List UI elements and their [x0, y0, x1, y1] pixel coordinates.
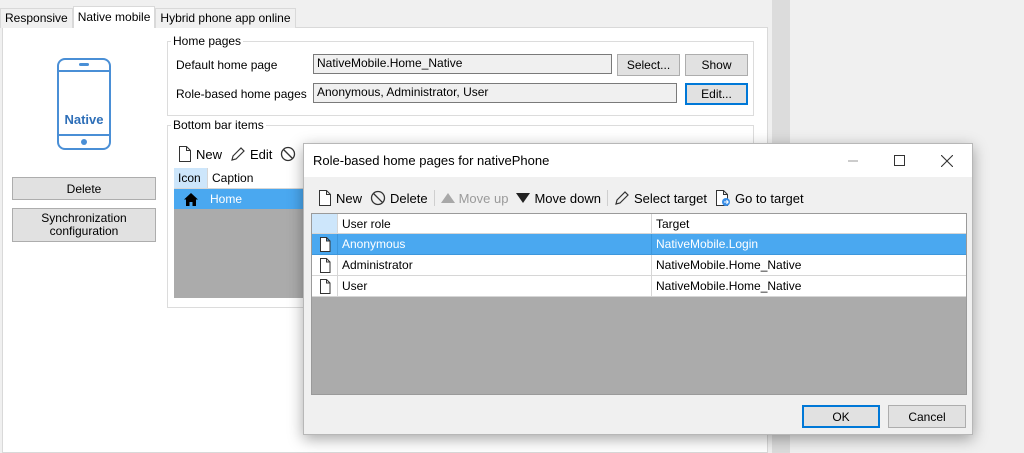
tab-native-mobile[interactable]: Native mobile — [72, 6, 156, 28]
bottom-bar-items-title: Bottom bar items — [171, 118, 266, 132]
move-up-label: Move up — [458, 190, 509, 206]
role-based-home-pages-dialog: Role-based home pages for nativePhone Ne… — [303, 143, 973, 435]
select-target-label: Select target — [633, 190, 707, 206]
select-target-button[interactable]: Select target — [614, 190, 707, 206]
default-home-page-field[interactable]: NativeMobile.Home_Native — [313, 54, 612, 74]
tab-bar: Responsive Native mobile Hybrid phone ap… — [0, 6, 296, 28]
default-home-page-label: Default home page — [176, 58, 278, 72]
user-role-cell: Administrator — [338, 255, 652, 276]
toolbar-separator — [433, 190, 435, 206]
pencil-icon — [231, 147, 245, 161]
dialog-title: Role-based home pages for nativePhone — [313, 153, 550, 168]
home-pages-group — [167, 41, 754, 116]
dialog-new-button[interactable]: New — [318, 190, 362, 206]
document-icon — [312, 234, 338, 255]
bottom-bar-edit-button[interactable]: Edit — [230, 146, 272, 162]
move-down-label: Move down — [534, 190, 601, 206]
synchronization-configuration-button[interactable]: Synchronization configuration — [12, 208, 156, 242]
edit-label: Edit... — [701, 87, 732, 101]
user-role-column-header[interactable]: User role — [338, 214, 652, 234]
close-button[interactable] — [924, 144, 970, 177]
bottom-bar-grid: Icon Caption Home — [174, 168, 314, 298]
target-cell: NativeMobile.Login — [652, 234, 966, 255]
new-document-icon — [179, 146, 191, 162]
role-based-home-pages-label: Role-based home pages — [176, 87, 307, 101]
dialog-title-bar: Role-based home pages for nativePhone — [304, 144, 972, 177]
sync-label-line2: configuration — [49, 224, 119, 238]
role-home-pages-grid: User role Target Anonymous NativeMobile.L… — [311, 213, 967, 395]
minimize-button[interactable] — [830, 144, 876, 177]
bottom-bar-toolbar: New Edit — [178, 143, 308, 165]
cancel-button[interactable]: Cancel — [888, 405, 966, 428]
table-row[interactable]: User NativeMobile.Home_Native — [312, 276, 966, 297]
dialog-delete-button[interactable]: Delete — [370, 190, 428, 206]
target-column-header[interactable]: Target — [652, 214, 966, 234]
table-row[interactable]: Home — [174, 189, 314, 209]
go-to-target-button[interactable]: Go to target — [715, 189, 804, 207]
new-label: New — [196, 146, 223, 162]
tab-responsive[interactable]: Responsive — [0, 8, 73, 28]
maximize-icon — [893, 155, 905, 166]
table-row[interactable]: Administrator NativeMobile.Home_Native — [312, 255, 966, 276]
delete-profile-label: Delete — [66, 181, 102, 196]
edit-toolbar-label: Edit — [250, 146, 273, 162]
edit-role-home-pages-button[interactable]: Edit... — [685, 83, 748, 105]
dialog-toolbar: New Delete Move up Move down Select targ… — [318, 187, 812, 209]
role-based-home-pages-field[interactable]: Anonymous, Administrator, User — [313, 83, 677, 103]
native-phone-icon — [57, 58, 111, 150]
select-label: Select... — [626, 58, 671, 72]
toolbar-separator — [606, 190, 608, 206]
table-row[interactable]: Anonymous NativeMobile.Login — [312, 234, 966, 255]
show-button[interactable]: Show — [685, 54, 748, 76]
icon-column-header[interactable]: Icon — [174, 168, 208, 189]
target-cell: NativeMobile.Home_Native — [652, 255, 966, 276]
home-icon — [174, 189, 208, 209]
move-down-button[interactable]: Move down — [516, 190, 601, 206]
user-role-cell: User — [338, 276, 652, 297]
pencil-icon — [615, 191, 629, 205]
select-button[interactable]: Select... — [617, 54, 680, 76]
close-icon — [941, 154, 953, 167]
go-to-target-label: Go to target — [734, 190, 804, 206]
bottom-bar-new-button[interactable]: New — [178, 146, 222, 162]
grid-corner-header — [312, 214, 338, 234]
home-pages-title: Home pages — [171, 34, 244, 48]
delete-profile-button[interactable]: Delete — [12, 177, 156, 200]
show-label: Show — [701, 58, 732, 72]
document-icon — [312, 255, 338, 276]
user-role-cell: Anonymous — [338, 234, 652, 255]
maximize-button[interactable] — [876, 144, 922, 177]
target-cell: NativeMobile.Home_Native — [652, 276, 966, 297]
dialog-new-label: New — [336, 190, 363, 206]
new-document-icon — [319, 190, 331, 206]
caption-column-header[interactable]: Caption — [208, 168, 314, 189]
go-to-document-icon — [715, 189, 730, 206]
triangle-down-icon — [516, 193, 531, 203]
ok-button[interactable]: OK — [802, 405, 880, 428]
triangle-up-icon — [440, 193, 455, 203]
move-up-button[interactable]: Move up — [440, 190, 509, 206]
prohibited-icon — [370, 190, 386, 206]
bottom-bar-delete-button[interactable] — [280, 146, 300, 162]
ok-label: OK — [832, 409, 850, 424]
prohibited-icon — [281, 146, 296, 162]
home-caption: Home — [210, 192, 243, 206]
document-icon — [312, 276, 338, 297]
phone-label: Native — [64, 112, 104, 127]
tab-hybrid-phone-app-online[interactable]: Hybrid phone app online — [155, 8, 296, 28]
minimize-icon — [848, 160, 858, 161]
dialog-delete-label: Delete — [390, 190, 428, 206]
cancel-label: Cancel — [908, 409, 946, 424]
